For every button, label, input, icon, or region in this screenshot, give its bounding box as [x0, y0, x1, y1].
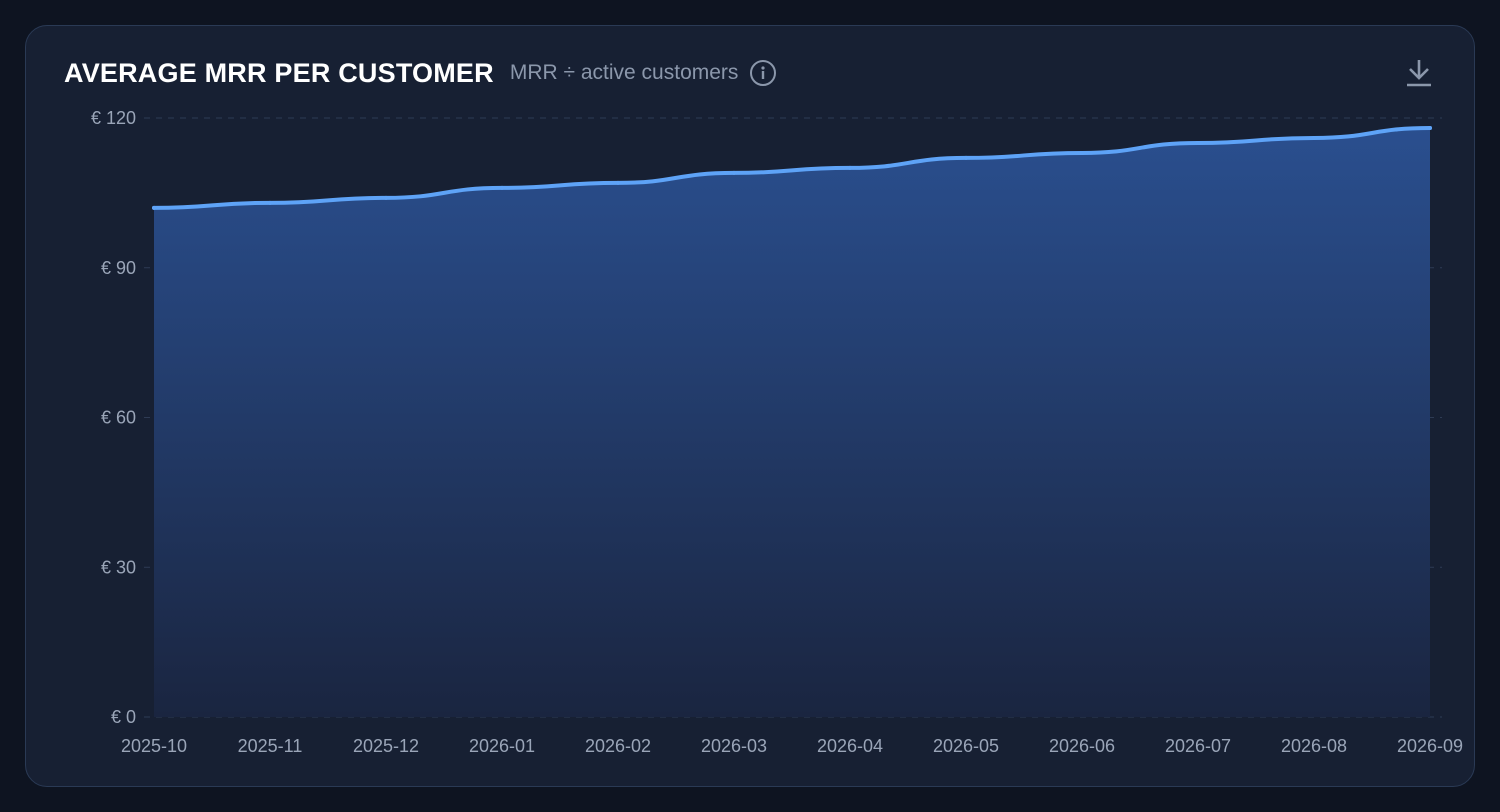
x-tick-label: 2026-04: [817, 736, 883, 756]
data-point[interactable]: [384, 195, 388, 200]
y-tick-label: € 30: [101, 557, 136, 577]
x-tick-label: 2026-08: [1281, 736, 1347, 756]
x-tick-label: 2026-03: [701, 736, 767, 756]
x-tick-label: 2026-09: [1397, 736, 1463, 756]
data-point[interactable]: [268, 200, 272, 205]
data-point[interactable]: [1312, 135, 1316, 140]
x-tick-label: 2026-07: [1165, 736, 1231, 756]
x-tick-label: 2025-11: [238, 736, 303, 756]
data-point[interactable]: [732, 170, 736, 175]
data-point[interactable]: [964, 155, 968, 160]
data-point[interactable]: [1428, 125, 1432, 130]
y-tick-label: € 60: [101, 408, 136, 428]
x-tick-label: 2026-06: [1049, 736, 1115, 756]
data-point[interactable]: [848, 165, 852, 170]
x-tick-label: 2025-10: [121, 736, 187, 756]
y-tick-label: € 90: [101, 258, 136, 278]
data-point[interactable]: [1196, 140, 1200, 145]
y-tick-label: € 0: [111, 707, 136, 727]
x-tick-label: 2026-02: [585, 736, 651, 756]
x-tick-label: 2025-12: [353, 736, 419, 756]
data-point[interactable]: [616, 180, 620, 185]
data-point[interactable]: [1080, 150, 1084, 155]
x-tick-label: 2026-01: [469, 736, 535, 756]
x-tick-label: 2026-05: [933, 736, 999, 756]
area-fill: [154, 127, 1430, 717]
data-point[interactable]: [152, 205, 156, 210]
area-chart: € 0 € 30 € 60 € 90 € 120 2025-10 2025-11 2025-1…: [91, 108, 1463, 756]
data-point[interactable]: [500, 185, 504, 190]
y-tick-label: € 120: [91, 108, 136, 128]
